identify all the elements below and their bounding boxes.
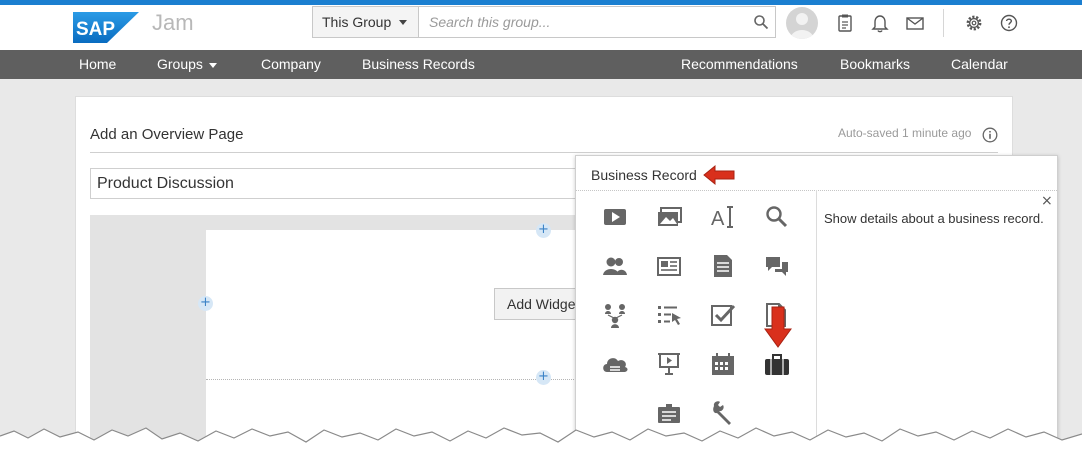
close-icon[interactable]: × xyxy=(1041,193,1053,209)
presentation-icon[interactable] xyxy=(655,350,683,378)
product-name: Jam xyxy=(152,10,194,35)
nav-item-business-records[interactable]: Business Records xyxy=(362,50,475,79)
arrow-left-annotation xyxy=(703,164,735,186)
chevron-down-icon xyxy=(208,62,217,68)
members-icon[interactable] xyxy=(601,252,629,280)
document-icon[interactable] xyxy=(709,252,737,280)
chevron-down-icon xyxy=(399,19,408,25)
row-divider xyxy=(206,379,586,380)
search-scope-label: This Group xyxy=(322,14,392,30)
nav-item-groups-label: Groups xyxy=(157,56,203,72)
user-silhouette-icon xyxy=(790,13,814,39)
widget-description: Show details about a business record. xyxy=(824,211,1044,226)
news-icon[interactable] xyxy=(655,252,683,280)
nav-item-groups[interactable]: Groups xyxy=(157,50,217,79)
help-icon[interactable] xyxy=(999,13,1019,33)
nav-item-company[interactable]: Company xyxy=(261,50,321,79)
svg-text:SAP: SAP xyxy=(76,19,115,40)
svg-text:A: A xyxy=(711,208,725,230)
task-list-icon[interactable] xyxy=(655,301,683,329)
main-nav: Home Groups Company Business Records Rec… xyxy=(0,50,1082,79)
text-icon[interactable]: A xyxy=(709,203,737,231)
nav-item-bookmarks[interactable]: Bookmarks xyxy=(840,50,910,79)
bell-icon[interactable] xyxy=(870,13,890,33)
page-name-value: Product Discussion xyxy=(97,174,234,192)
page-title: Add an Overview Page xyxy=(90,126,244,143)
briefcase-icon[interactable] xyxy=(763,350,791,378)
search-input[interactable] xyxy=(418,6,776,38)
clipboard-icon[interactable] xyxy=(835,13,855,33)
org-chart-icon[interactable] xyxy=(601,301,629,329)
nav-item-calendar[interactable]: Calendar xyxy=(951,50,1008,79)
image-gallery-icon[interactable] xyxy=(655,203,683,231)
autosave-status: Auto-saved 1 minute ago xyxy=(838,126,972,140)
divider xyxy=(90,152,998,153)
add-row-below-icon[interactable]: + xyxy=(536,370,551,385)
search-icon[interactable] xyxy=(753,14,769,30)
cloud-icon[interactable] xyxy=(601,350,629,378)
discussion-icon[interactable] xyxy=(763,252,791,280)
avatar[interactable] xyxy=(786,7,818,39)
search-scope-dropdown[interactable]: This Group xyxy=(312,6,419,38)
info-icon[interactable] xyxy=(982,127,998,143)
nav-item-home[interactable]: Home xyxy=(79,50,116,79)
gear-icon[interactable] xyxy=(964,13,984,33)
arrow-down-annotation xyxy=(764,306,792,348)
header-divider xyxy=(943,9,944,37)
calendar-icon[interactable] xyxy=(709,350,737,378)
mail-icon[interactable] xyxy=(905,13,925,33)
search-icon[interactable] xyxy=(763,203,791,231)
torn-edge-decoration xyxy=(0,427,1082,461)
add-widget-button[interactable]: Add Widget xyxy=(494,288,584,320)
add-row-above-icon[interactable]: + xyxy=(536,223,551,238)
add-column-left-icon[interactable]: + xyxy=(198,296,213,311)
video-icon[interactable] xyxy=(601,203,629,231)
page-name-field[interactable]: Product Discussion xyxy=(90,168,590,199)
checkmark-icon[interactable] xyxy=(709,301,737,329)
sap-logo[interactable]: SAP xyxy=(73,12,139,43)
widget-picker-title: Business Record xyxy=(591,167,697,183)
nav-item-recommendations[interactable]: Recommendations xyxy=(681,50,798,79)
